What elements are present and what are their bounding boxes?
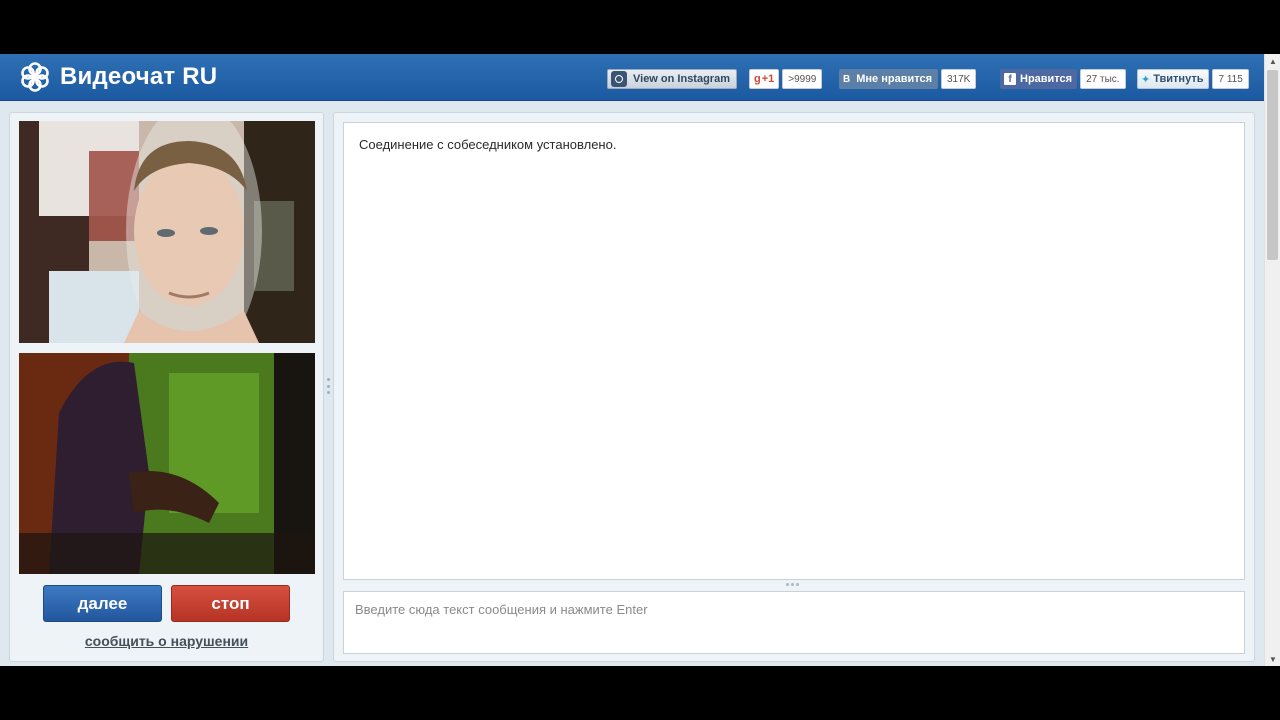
scroll-thumb[interactable] [1267,70,1278,260]
report-violation-link[interactable]: сообщить о нарушении [10,633,323,649]
gplus-icon: g [754,73,761,85]
twitter-widget: ✦ Твитнуть 7 115 [1137,69,1249,89]
instagram-button[interactable]: View on Instagram [607,69,737,89]
facebook-widget: f Нравится 27 тыс. [1000,69,1126,89]
tweet-button[interactable]: ✦ Твитнуть [1137,69,1210,89]
flower-icon [21,62,49,92]
panel-resize-handle[interactable] [326,378,330,394]
scroll-up-arrow-icon[interactable]: ▲ [1265,54,1280,68]
gplus-widget: g +1 >9999 [749,69,823,89]
gplus-count: >9999 [782,69,823,89]
system-message: Соединение с собеседником установлено. [359,137,617,152]
vk-like-count: 317K [941,69,977,89]
own-video-feed [19,353,315,574]
tweet-count: 7 115 [1212,69,1249,89]
partner-video [19,121,315,343]
logo-text: Видеочат RU [60,63,218,90]
gplus-label: +1 [761,73,775,85]
app-window: Видеочат RU View on Instagram g +1 >9999… [0,54,1280,666]
instagram-label: View on Instagram [633,73,730,85]
chat-log[interactable]: Соединение с собеседником установлено. [343,122,1245,580]
page-scrollbar[interactable]: ▲ ▼ [1264,54,1280,666]
vk-widget: B Мне нравится 317K [839,69,977,89]
instagram-icon [611,71,627,87]
twitter-bird-icon: ✦ [1141,73,1151,86]
chat-resize-grip[interactable] [786,583,799,586]
video-panel: далее стоп сообщить о нарушении [9,112,324,662]
chat-panel: Соединение с собеседником установлено. [333,112,1255,662]
site-logo[interactable]: Видеочат RU [18,60,217,94]
instagram-widget: View on Instagram [607,69,737,89]
gplus-button[interactable]: g +1 [749,69,780,89]
vk-like-button[interactable]: B Мне нравится [839,69,938,89]
own-video [19,353,315,574]
partner-video-feed [19,121,315,343]
next-button[interactable]: далее [43,585,162,622]
tweet-label: Твитнуть [1153,73,1204,85]
vk-icon: B [843,73,851,85]
facebook-like-count: 27 тыс. [1080,69,1126,89]
vk-like-label: Мне нравится [856,73,932,85]
facebook-icon: f [1004,73,1016,85]
header: Видеочат RU View on Instagram g +1 >9999… [0,54,1264,101]
message-input[interactable] [343,591,1245,654]
stop-button[interactable]: стоп [171,585,290,622]
facebook-like-button[interactable]: f Нравится [1000,69,1078,89]
scroll-down-arrow-icon[interactable]: ▼ [1265,652,1280,666]
facebook-like-label: Нравится [1020,73,1073,85]
